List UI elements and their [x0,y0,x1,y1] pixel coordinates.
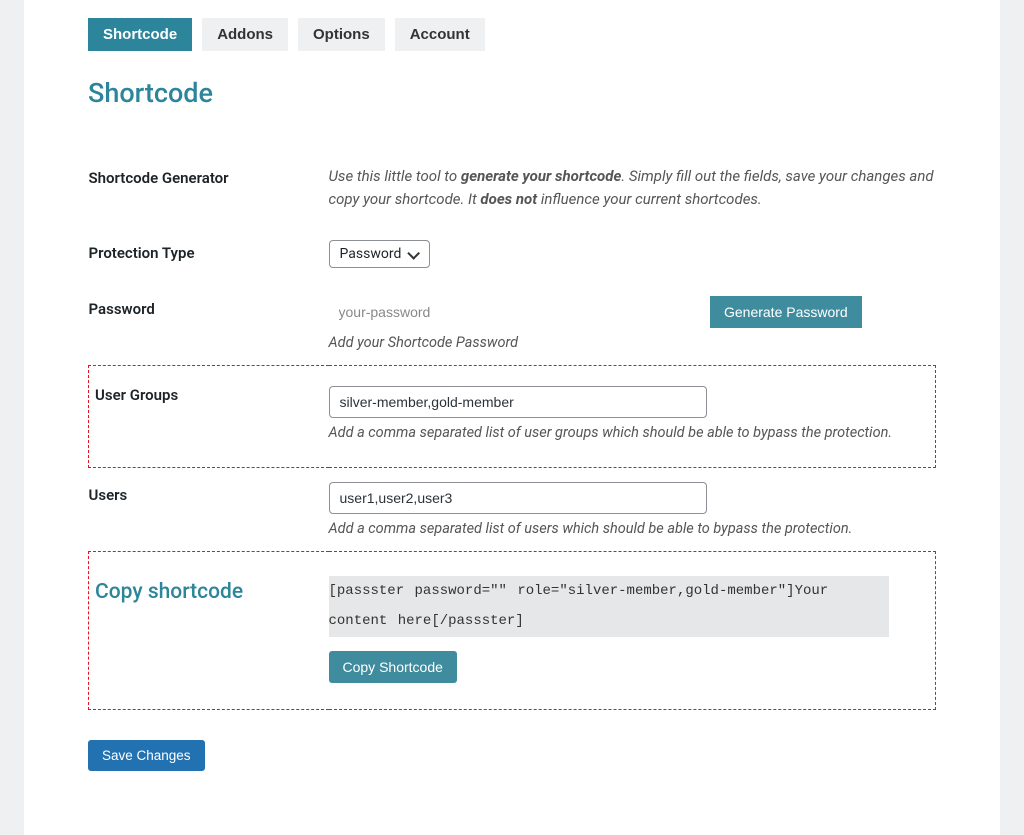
label-users: Users [89,467,329,551]
label-shortcode-generator: Shortcode Generator [89,151,329,226]
label-password: Password [89,282,329,366]
password-description: Add your Shortcode Password [329,334,936,351]
user-groups-description: Add a comma separated list of user group… [329,424,926,441]
user-groups-input[interactable] [329,386,707,418]
tab-account[interactable]: Account [395,18,485,51]
tab-options[interactable]: Options [298,18,385,51]
copy-shortcode-button[interactable]: Copy Shortcode [329,651,457,683]
row-password: Password Generate Password Add your Shor… [89,282,936,366]
generate-password-button[interactable]: Generate Password [710,296,862,328]
row-protection-type: Protection Type Password [89,226,936,282]
row-users: Users Add a comma separated list of user… [89,467,936,551]
tab-shortcode[interactable]: Shortcode [88,18,192,51]
generator-intro-text: Use this little tool to generate your sh… [329,167,934,208]
shortcode-output: [passster password="" role="silver-membe… [329,576,889,638]
row-user-groups: User Groups Add a comma separated list o… [89,365,936,467]
password-input[interactable] [329,296,707,328]
row-copy-shortcode: Copy shortcode [passster password="" rol… [89,551,936,710]
protection-type-select[interactable]: Password [329,240,431,268]
users-input[interactable] [329,482,707,514]
label-copy-shortcode: Copy shortcode [89,551,329,710]
chevron-down-icon [407,248,419,260]
row-generator-intro: Shortcode Generator Use this little tool… [89,151,936,226]
save-changes-button[interactable]: Save Changes [88,740,205,771]
tab-addons[interactable]: Addons [202,18,288,51]
page-title: Shortcode [88,77,936,109]
save-wrap: Save Changes [88,740,936,771]
settings-form: Shortcode Generator Use this little tool… [88,151,936,710]
settings-panel: Shortcode Addons Options Account Shortco… [24,0,1000,835]
users-description: Add a comma separated list of users whic… [329,520,936,537]
protection-type-value: Password [340,246,402,262]
label-protection-type: Protection Type [89,226,329,282]
label-user-groups: User Groups [89,365,329,467]
tabs-nav: Shortcode Addons Options Account [88,18,936,51]
